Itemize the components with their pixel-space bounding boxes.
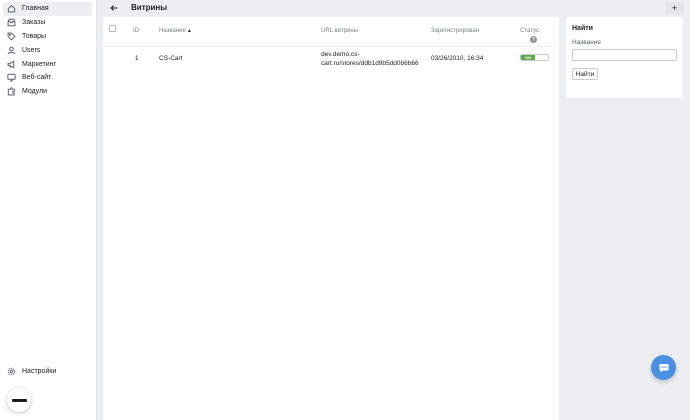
sidebar-item-label: Маркетинг — [22, 60, 57, 68]
column-header-name-label: Название — [159, 28, 186, 34]
cell-name[interactable]: CS-Cart — [159, 55, 182, 62]
table-header: ID Название▲ URL витрины Зарегистрирован… — [103, 17, 559, 47]
user-icon — [7, 46, 16, 55]
search-button[interactable]: Найти — [572, 68, 598, 80]
name-filter-input[interactable] — [572, 49, 677, 61]
inbox-icon — [7, 18, 16, 27]
column-header-id[interactable]: ID — [133, 28, 139, 34]
sort-ascending-icon: ▲ — [186, 28, 192, 34]
sidebar-item-home[interactable]: Главная — [3, 2, 92, 16]
sidebar-settings: Настройки — [3, 365, 92, 379]
storefronts-table: ID Название▲ URL витрины Зарегистрирован… — [103, 17, 559, 420]
sidebar-item-products[interactable]: Товары — [3, 30, 92, 44]
name-filter-label: Название — [572, 39, 602, 46]
monitor-icon — [7, 73, 16, 82]
table-row: 1 CS-Cart dev.demo.cs-cart.ru/stores/ddb… — [103, 48, 559, 72]
home-icon — [7, 4, 16, 13]
sidebar-item-label: Заказы — [22, 19, 46, 27]
chat-button[interactable] — [651, 355, 676, 380]
column-header-registered[interactable]: Зарегистрирован — [431, 28, 479, 34]
status-on-label: ON — [521, 55, 535, 60]
sidebar-item-marketing[interactable]: Маркетинг — [3, 57, 92, 71]
select-all-checkbox[interactable] — [109, 25, 116, 32]
add-storefront-button[interactable]: + — [665, 2, 684, 14]
column-header-name[interactable]: Название▲ — [159, 28, 192, 34]
tag-icon — [7, 32, 16, 41]
back-button[interactable] — [108, 2, 120, 14]
search-panel-title: Найти — [572, 25, 593, 32]
sidebar-item-orders[interactable]: Заказы — [3, 16, 92, 30]
cell-url[interactable]: dev.demo.cs-cart.ru/stores/ddb1d9b5dd0b6… — [321, 50, 421, 68]
chat-icon — [659, 363, 668, 372]
status-toggle[interactable]: ON — [520, 54, 549, 61]
logo-mark — [11, 398, 27, 402]
sidebar-item-label: Users — [22, 46, 41, 54]
help-icon[interactable]: ? — [530, 36, 537, 43]
gear-icon — [7, 367, 16, 376]
column-header-status[interactable]: Статус — [520, 28, 539, 34]
sidebar-item-label: Главная — [22, 5, 49, 13]
page-title: Витрины — [131, 3, 168, 12]
cell-registered: 03/26/2010, 16:34 — [431, 55, 484, 62]
megaphone-icon — [7, 60, 16, 69]
column-header-url[interactable]: URL витрины — [321, 28, 358, 34]
arrow-left-icon — [110, 5, 118, 11]
store-logo-badge[interactable] — [7, 388, 31, 412]
sidebar-item-label: Товары — [22, 32, 47, 40]
sidebar-item-label: Веб-сайт — [22, 74, 52, 82]
page-header: Витрины + — [98, 0, 690, 17]
sidebar-item-modules[interactable]: Модули — [3, 85, 92, 99]
sidebar-item-users[interactable]: Users — [3, 43, 92, 57]
sidebar-item-settings[interactable]: Настройки — [3, 365, 92, 379]
search-panel: Найти Название Найти — [566, 17, 683, 98]
sidebar-item-website[interactable]: Веб-сайт — [3, 71, 92, 85]
sidebar-item-label: Модули — [22, 88, 48, 96]
cell-id: 1 — [135, 55, 139, 62]
sidebar-item-label: Настройки — [22, 368, 57, 376]
sidebar: Главная Заказы Товары Users Маркетинг Ве… — [0, 0, 97, 420]
sidebar-nav: Главная Заказы Товары Users Маркетинг Ве… — [3, 2, 92, 99]
puzzle-icon — [7, 87, 16, 96]
